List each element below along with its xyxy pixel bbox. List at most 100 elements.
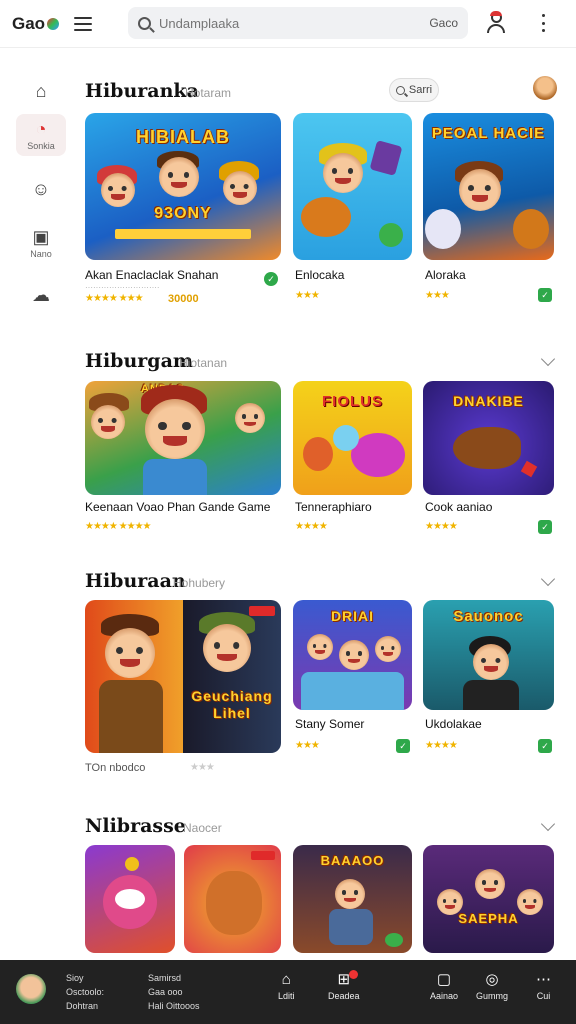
tab-label: Lditi xyxy=(278,991,295,1001)
game-card-5[interactable]: FIOLUS xyxy=(293,381,412,495)
game-card-6[interactable]: DNAKIBE xyxy=(423,381,554,495)
card-title[interactable]: Cook aaniao xyxy=(425,500,492,514)
section-4: Nlibrasse Naocer xyxy=(85,815,565,839)
chevron-down-icon[interactable] xyxy=(540,351,556,367)
tab-library[interactable]: ▢ Aainao xyxy=(430,972,458,1001)
sidebar-item-cloud[interactable]: ☁ xyxy=(16,274,66,316)
profile-icon[interactable] xyxy=(486,11,506,34)
compass-icon: ◎ xyxy=(485,971,499,988)
search-icon xyxy=(395,85,405,95)
artwork-title: DNAKIBE xyxy=(453,393,524,409)
tab-label: Deadea xyxy=(328,991,360,1001)
artwork-title: SAEPHA xyxy=(458,911,519,926)
top-bar: Gao Gaco xyxy=(0,0,576,48)
rating-stars: ★★★ xyxy=(295,290,320,301)
section-title: Hiburanka xyxy=(85,80,199,102)
home-icon: ⌂ xyxy=(35,81,47,101)
sidebar-item-label: Sonkia xyxy=(27,140,55,151)
search-bar[interactable]: Gaco xyxy=(128,7,468,39)
cloud-icon: ☁ xyxy=(32,285,50,305)
verified-icon: ✓ xyxy=(538,739,552,753)
sidebar-item-chat[interactable]: ☺ xyxy=(16,168,66,210)
game-artwork: FIOLUS xyxy=(293,381,412,495)
sidebar-item-tv[interactable]: ▣ Nano xyxy=(16,222,66,264)
game-card-11[interactable] xyxy=(184,845,281,953)
game-card-2[interactable] xyxy=(293,113,412,260)
sidebar-item-label: Nano xyxy=(30,248,52,259)
game-card-12[interactable]: BAAAOO xyxy=(293,845,412,953)
game-card-4[interactable]: ANDAS xyxy=(85,381,281,495)
card-title[interactable]: Keenaan Voao Phan Gande Game xyxy=(85,500,270,514)
game-card-10[interactable] xyxy=(85,845,175,953)
info-line: Samirsd xyxy=(148,973,182,983)
tv-icon: ▣ xyxy=(32,226,50,247)
game-artwork: Sauonoc xyxy=(423,600,554,710)
tab-explore[interactable]: ◎ Gummg xyxy=(476,972,508,1001)
menu-icon[interactable] xyxy=(74,16,92,31)
square-icon: ▢ xyxy=(436,971,452,988)
section-subtitle: Hotaram xyxy=(185,86,232,100)
card-meta: ···························· xyxy=(85,283,160,292)
artwork-title: FIOLUS xyxy=(322,393,383,410)
sidebar-item-home[interactable]: ⌂ xyxy=(16,70,66,112)
verified-icon: ✓ xyxy=(264,272,278,286)
game-artwork xyxy=(85,845,175,953)
app-logo[interactable]: Gao xyxy=(12,14,64,34)
rating-stars: ★★★ xyxy=(295,740,320,751)
artwork-title: BAAAOO xyxy=(320,853,385,868)
artwork-title: PEOAL HACIE xyxy=(431,125,546,142)
game-icon: ◔ xyxy=(35,118,47,139)
game-card-3[interactable]: PEOAL HACIE xyxy=(423,113,554,260)
section-2: Hiburgam Hiotanan xyxy=(85,350,565,374)
game-card-9[interactable]: Sauonoc xyxy=(423,600,554,710)
avatar[interactable] xyxy=(533,76,557,100)
card-title[interactable]: Akan Enaclaclak Snahan xyxy=(85,268,218,282)
card-title[interactable]: Ukdolakae xyxy=(425,717,482,731)
game-artwork: Geuchiang Lihel xyxy=(85,600,281,753)
rating-stars: ★★★★ xyxy=(425,521,458,532)
card-title[interactable]: Stany Somer xyxy=(295,717,364,731)
verified-icon: ✓ xyxy=(538,288,552,302)
card-title[interactable]: Aloraka xyxy=(425,268,466,282)
search-icon xyxy=(138,16,151,30)
sidebar-item-games[interactable]: ◔ Sonkia xyxy=(16,114,66,156)
card-title[interactable]: Enlocaka xyxy=(295,268,344,282)
tab-games[interactable]: ⊞ Deadea xyxy=(328,970,360,1001)
more-options-icon[interactable] xyxy=(540,14,546,32)
game-card-1[interactable]: HIBIALAB 93ONY xyxy=(85,113,281,260)
rating-stars: ★★★ xyxy=(425,290,450,301)
notification-dot xyxy=(349,970,359,979)
search-button[interactable]: Gaco xyxy=(429,16,458,30)
chevron-down-icon[interactable] xyxy=(540,571,556,587)
tab-home[interactable]: ⌂ Lditi xyxy=(278,972,295,1001)
game-artwork: BAAAOO xyxy=(293,845,412,953)
pill-label: Sarri xyxy=(408,84,433,96)
game-artwork: HIBIALAB 93ONY xyxy=(85,113,281,260)
section-3: Hiburaan Hohubery xyxy=(85,570,565,594)
rating-stars: ★★★★ ★★★ xyxy=(85,293,144,304)
avatar[interactable] xyxy=(16,974,46,1004)
home-icon: ⌂ xyxy=(281,971,291,988)
artwork-title: Geuchiang Lihel xyxy=(191,688,273,721)
artwork-title: DRIAI xyxy=(330,608,375,624)
user-status: Osctoolo: xyxy=(66,987,105,997)
game-artwork xyxy=(184,845,281,953)
section-title: Hiburaan xyxy=(85,570,186,592)
game-card-13[interactable]: SAEPHA xyxy=(423,845,554,953)
info-line: Gaa ooo xyxy=(148,987,183,997)
game-icon: ⊞ xyxy=(337,970,359,987)
sort-pill[interactable]: Sarri xyxy=(389,78,439,102)
tab-more[interactable]: ⋯ Cui xyxy=(536,972,551,1001)
game-artwork: PEOAL HACIE xyxy=(423,113,554,260)
logo-badge-icon xyxy=(47,17,60,30)
section-subtitle: Hiotanan xyxy=(179,356,228,370)
rating-stars: ★★★★ ★★★★ xyxy=(85,521,151,532)
game-card-8[interactable]: DRIAI xyxy=(293,600,412,710)
info-line: Hali Oittooos xyxy=(148,1001,200,1011)
game-artwork: DNAKIBE xyxy=(423,381,554,495)
game-card-7[interactable]: Geuchiang Lihel xyxy=(85,600,281,753)
card-title[interactable]: Tenneraphiaro xyxy=(295,500,372,514)
more-icon: ⋯ xyxy=(536,971,551,988)
search-input[interactable] xyxy=(159,15,422,31)
chevron-down-icon[interactable] xyxy=(540,816,556,832)
